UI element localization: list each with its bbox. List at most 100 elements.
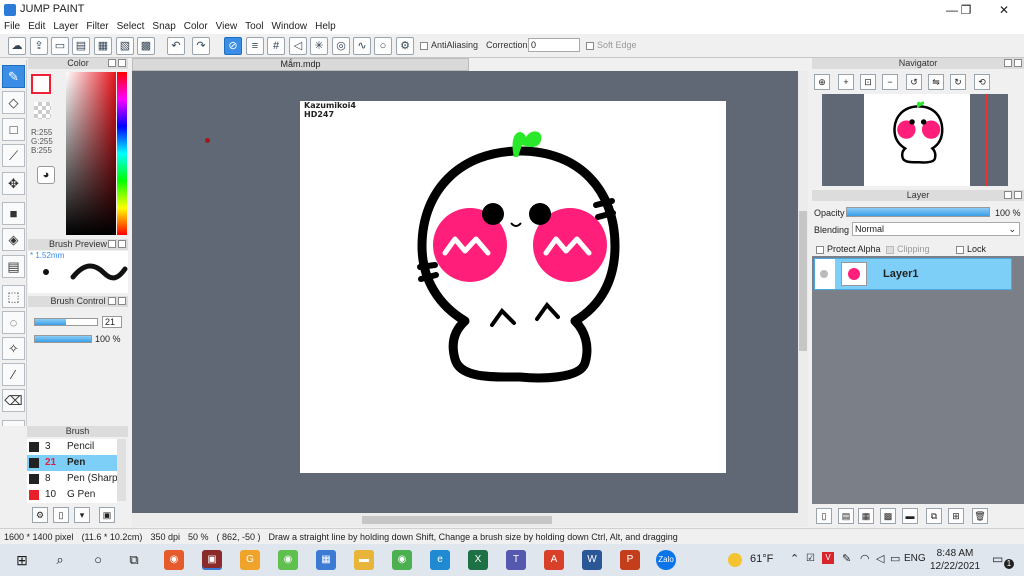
hue-slider[interactable] bbox=[117, 72, 127, 235]
cloud-icon[interactable]: ☁ bbox=[8, 37, 26, 55]
wifi-icon[interactable]: ◠ bbox=[860, 552, 870, 565]
lock-checkbox[interactable] bbox=[956, 245, 964, 254]
jump-paint-taskbar-icon[interactable]: ▣ bbox=[202, 550, 222, 570]
maximize-button[interactable]: ❐ bbox=[946, 0, 986, 20]
edge-icon[interactable]: e bbox=[430, 550, 450, 570]
delete-layer-icon[interactable]: 🗑 bbox=[972, 508, 988, 524]
volume-icon[interactable]: ◁ bbox=[876, 552, 884, 565]
brush-list-scrollbar[interactable] bbox=[117, 439, 126, 501]
gradient-tool-icon[interactable]: ▤ bbox=[2, 255, 25, 278]
zoom-in-icon[interactable]: + bbox=[838, 74, 854, 90]
menu-filter[interactable]: Filter bbox=[82, 20, 112, 34]
chrome-icon[interactable]: ◉ bbox=[392, 550, 412, 570]
comment-icon[interactable]: ▤ bbox=[72, 37, 90, 55]
clipping-option[interactable]: Clipping bbox=[886, 244, 930, 254]
vertical-scroll-thumb[interactable] bbox=[799, 211, 807, 351]
chrome-alt-icon[interactable]: ◉ bbox=[278, 550, 298, 570]
tray-app-icon[interactable]: ☑ bbox=[806, 553, 815, 564]
panel-close-icon[interactable] bbox=[118, 240, 126, 248]
eye-icon[interactable] bbox=[820, 270, 828, 278]
protect-alpha-option[interactable]: Protect Alpha bbox=[816, 244, 881, 254]
move-tool-icon[interactable]: ✥ bbox=[2, 172, 25, 195]
layer-opacity-slider[interactable] bbox=[846, 207, 990, 217]
snap-parallel-icon[interactable]: ≡ bbox=[246, 37, 264, 55]
tray-v-icon[interactable]: V bbox=[822, 552, 834, 564]
panel-float-icon[interactable] bbox=[1004, 191, 1012, 199]
new-brush-icon[interactable]: ▯ bbox=[53, 507, 69, 523]
search-icon[interactable]: ⌕ bbox=[50, 550, 70, 570]
grid-icon[interactable]: ▩ bbox=[137, 37, 155, 55]
brush-size-slider[interactable] bbox=[34, 318, 98, 326]
brush-opacity-slider[interactable] bbox=[34, 335, 92, 343]
weather-temperature[interactable]: 61°F bbox=[750, 553, 773, 565]
menu-layer[interactable]: Layer bbox=[49, 20, 82, 34]
battery-icon[interactable]: ▭ bbox=[890, 552, 900, 565]
close-button[interactable]: ✕ bbox=[984, 0, 1024, 20]
excel-icon[interactable]: X bbox=[468, 550, 488, 570]
powerpoint-icon[interactable]: P bbox=[620, 550, 640, 570]
zoom-actual-icon[interactable]: ⊡ bbox=[860, 74, 876, 90]
palette-icon[interactable]: ◕ bbox=[37, 166, 55, 184]
snap-perspective-icon[interactable]: ◁ bbox=[289, 37, 307, 55]
clock[interactable]: 8:48 AM 12/22/2021 bbox=[930, 547, 980, 573]
antialiasing-option[interactable]: AntiAliasing bbox=[420, 40, 478, 50]
soft-edge-checkbox[interactable] bbox=[586, 41, 594, 50]
menu-tool[interactable]: Tool bbox=[241, 20, 267, 34]
bucket-tool-icon[interactable]: ◈ bbox=[2, 228, 25, 251]
undo-icon[interactable]: ↶ bbox=[167, 37, 185, 55]
saturation-value-picker[interactable] bbox=[66, 72, 116, 235]
line-tool-icon[interactable]: ⟋ bbox=[2, 144, 25, 167]
notification-icon[interactable]: ▭ bbox=[992, 552, 1003, 566]
drawing-canvas[interactable]: Kazumikoi4 HD247 bbox=[300, 101, 726, 473]
menu-color[interactable]: Color bbox=[180, 20, 212, 34]
flip-icon[interactable]: ⇋ bbox=[928, 74, 944, 90]
vertical-scrollbar[interactable] bbox=[798, 71, 808, 513]
menu-snap[interactable]: Snap bbox=[148, 20, 179, 34]
redo-icon[interactable]: ↷ bbox=[192, 37, 210, 55]
transparent-swatch[interactable] bbox=[34, 102, 51, 119]
menu-view[interactable]: View bbox=[212, 20, 242, 34]
layer-settings-icon[interactable]: ▦ bbox=[858, 508, 874, 524]
snap-off-icon[interactable]: ⊘ bbox=[224, 37, 242, 55]
select-eraser-tool-icon[interactable]: ⌫ bbox=[2, 389, 25, 412]
brush-list-item[interactable]: 10 G Pen bbox=[27, 487, 117, 503]
rotate-right-icon[interactable]: ↻ bbox=[950, 74, 966, 90]
language-indicator[interactable]: ENG bbox=[904, 553, 926, 564]
blending-select[interactable]: Normal ⌄ bbox=[852, 222, 1020, 236]
fill-rect-tool-icon[interactable]: ■ bbox=[2, 202, 25, 225]
document-icon[interactable]: ▦ bbox=[94, 37, 112, 55]
snap-curve-icon[interactable]: ∿ bbox=[353, 37, 371, 55]
antialiasing-checkbox[interactable] bbox=[420, 41, 428, 50]
menu-window[interactable]: Window bbox=[268, 20, 312, 34]
brush-menu-icon[interactable]: ▾ bbox=[74, 507, 90, 523]
panel-icon[interactable]: ▧ bbox=[116, 37, 134, 55]
menu-select[interactable]: Select bbox=[113, 20, 149, 34]
lock-option[interactable]: Lock bbox=[956, 244, 986, 254]
snap-settings-icon[interactable]: ⚙ bbox=[396, 37, 414, 55]
protect-alpha-checkbox[interactable] bbox=[816, 245, 824, 254]
teams-icon[interactable]: T bbox=[506, 550, 526, 570]
horizontal-scrollbar[interactable] bbox=[132, 513, 808, 527]
navigator-preview[interactable] bbox=[822, 94, 1008, 186]
brush-list-item[interactable]: 8 Pen (Sharp) bbox=[27, 471, 117, 487]
soft-edge-option[interactable]: Soft Edge bbox=[586, 40, 637, 50]
brush-settings-icon[interactable]: ⚙ bbox=[32, 507, 48, 523]
layer-visibility[interactable] bbox=[815, 259, 835, 289]
panel-float-icon[interactable] bbox=[108, 59, 116, 67]
brush-import-icon[interactable]: ▣ bbox=[99, 507, 115, 523]
windows-start-icon[interactable]: ⊞ bbox=[12, 550, 32, 570]
panel-float-icon[interactable] bbox=[1004, 59, 1012, 67]
share-icon[interactable]: ▭ bbox=[51, 37, 69, 55]
chrome-profile-icon[interactable]: ◉ bbox=[164, 550, 184, 570]
lasso-tool-icon[interactable]: ◌ bbox=[2, 311, 25, 334]
chevron-up-icon[interactable]: ⌃ bbox=[790, 552, 799, 565]
merge-layer-icon[interactable]: ⊞ bbox=[948, 508, 964, 524]
panel-close-icon[interactable] bbox=[118, 297, 126, 305]
reset-view-icon[interactable]: ⟲ bbox=[974, 74, 990, 90]
store-icon[interactable]: ▦ bbox=[316, 550, 336, 570]
canvas-workspace[interactable]: Kazumikoi4 HD247 bbox=[132, 71, 798, 513]
task-view-icon[interactable]: ⧉ bbox=[124, 550, 144, 570]
panel-close-icon[interactable] bbox=[1014, 191, 1022, 199]
correction-input[interactable]: 0 bbox=[528, 38, 580, 52]
zoom-fit-icon[interactable]: ⊕ bbox=[814, 74, 830, 90]
